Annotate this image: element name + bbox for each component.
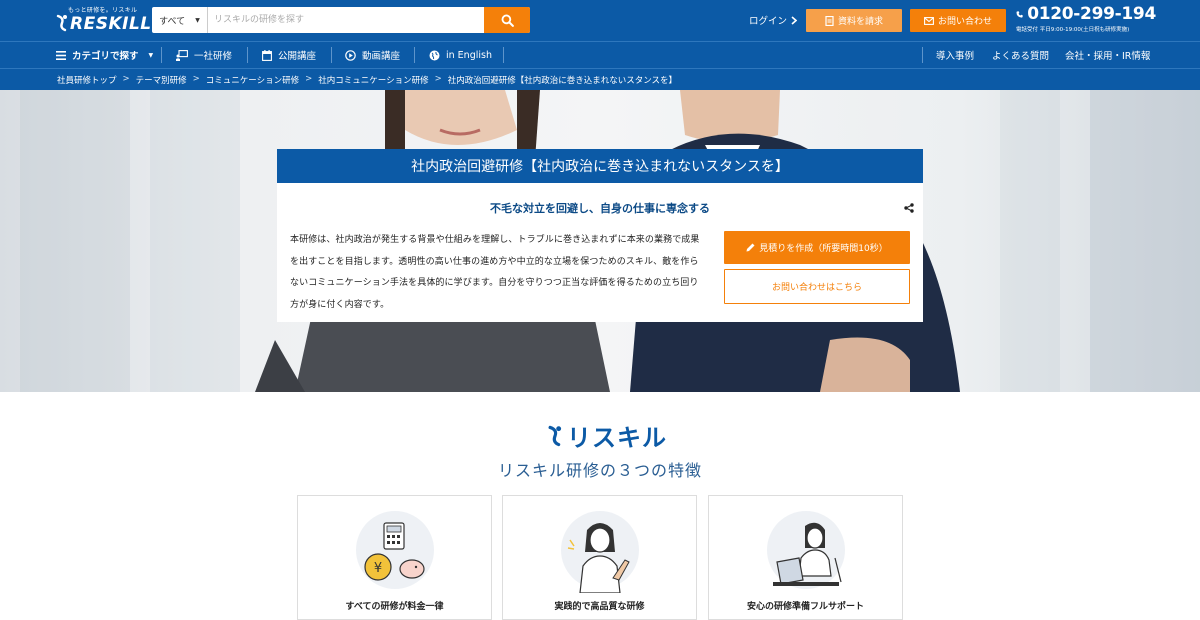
contact-button[interactable]: お問い合わせ [910,9,1006,32]
breadcrumb-separator: > [305,74,313,84]
nav-item-label: よくある質問 [992,51,1050,62]
background-window [150,90,240,392]
breadcrumb-item-internal-communication[interactable]: 社内コミュニケーション研修 [318,74,428,86]
play-circle-icon [345,49,356,61]
inquiry-button[interactable]: お問い合わせはこちら [724,269,910,304]
feature-card: ¥ すべての研修が料金一律 [297,495,492,620]
course-description: 本研修は、社内政治が発生する背景や仕組みを理解し、トラブルに巻き込まれずに本来の… [290,235,700,310]
phone-hours: 電話受付 平日9:00-19:00(土日祝も研修実施) [1016,27,1130,33]
nav-item-label: 導入事例 [936,51,975,62]
request-docs-button[interactable]: 資料を請求 [806,9,902,32]
nav-divider [331,47,332,63]
logo-mark-icon [548,425,562,446]
support-operator-icon [773,522,842,586]
nav-divider [503,47,504,63]
breadcrumb-item-communication[interactable]: コミュニケーション研修 [206,74,299,86]
breadcrumb-separator: > [122,74,130,84]
logo-tagline: もっと研修を。リスキル [68,7,138,14]
search-button[interactable] [484,7,530,33]
category-menu-label: カテゴリで探す [72,51,139,62]
phone-number-text: 0120-299-194 [1027,4,1156,24]
top-header: もっと研修を。リスキル RESKILL すべて ▼ ログイン 資料を請求 お問い… [0,0,1200,41]
main-nav: カテゴリで探す ▼ 一社研修 公開講座 動画講座 in English 導入事例… [0,41,1200,68]
nav-item-label: 一社研修 [194,51,233,62]
breadcrumb: 社員研修トップ > テーマ別研修 > コミュニケーション研修 > 社内コミュニケ… [0,68,1200,90]
inquiry-label: お問い合わせはこちら [771,283,862,293]
breadcrumb-item-home[interactable]: 社員研修トップ [57,74,117,86]
nav-item-video-courses[interactable]: 動画講座 [345,42,400,68]
hamburger-icon [56,50,66,60]
nav-item-public-courses[interactable]: 公開講座 [262,42,316,68]
search-category-select[interactable]: すべて ▼ [152,7,208,33]
create-estimate-button[interactable]: 見積りを作成（所要時間10秒） [724,231,910,264]
pencil-icon [746,243,755,252]
nav-item-company-info[interactable]: 会社・採用・IR情報 [1065,42,1150,68]
calculator-coin-icon: ¥ [364,522,425,581]
nav-item-case-studies[interactable]: 導入事例 [936,42,974,68]
calendar-icon [262,49,272,61]
nav-divider [414,47,415,63]
feature-card: 実践的で高品質な研修 [502,495,697,620]
reskill-logo[interactable]: もっと研修を。リスキル RESKILL [56,5,151,35]
phone-icon [1016,10,1023,18]
create-estimate-label: 見積りを作成（所要時間10秒） [759,244,888,254]
breadcrumb-separator: > [192,74,200,84]
nav-item-english[interactable]: in English [429,42,492,68]
reskill-brand-heading: リスキル [547,418,667,453]
phone-number[interactable]: 0120-299-194 [1016,4,1156,24]
svg-text:¥: ¥ [374,561,382,576]
feature-label: 安心の研修準備フルサポート [746,602,864,612]
nav-item-label: 会社・採用・IR情報 [1065,51,1151,62]
search-input[interactable] [208,7,484,33]
course-title: 社内政治回避研修【社内政治に巻き込まれないスタンスを】 [277,149,923,183]
login-link[interactable]: ログイン [749,13,798,27]
globe-icon [429,50,440,60]
nav-item-faq[interactable]: よくある質問 [992,42,1049,68]
presentation-icon [176,49,188,61]
background-window [1090,90,1200,392]
course-subtitle: 不毛な対立を回避し、自身の仕事に専念する [490,202,710,215]
course-card: 不毛な対立を回避し、自身の仕事に専念する 本研修は、社内政治が発生する背景や仕組… [277,183,923,322]
nav-item-label: in English [446,49,492,61]
share-icon[interactable] [904,203,914,213]
background-window [20,90,130,392]
mail-icon [924,16,934,25]
category-menu[interactable]: カテゴリで探す ▼ [56,42,153,68]
document-icon [825,15,834,26]
login-label: ログイン [749,16,788,27]
nav-divider [161,47,162,63]
chevron-right-icon [791,15,798,25]
feature-label: 実践的で高品質な研修 [554,602,645,612]
logo-wordmark: RESKILL [70,14,152,34]
chevron-down-icon: ▼ [148,51,154,59]
contact-label: お問い合わせ [937,17,992,27]
nav-item-label: 動画講座 [362,51,401,62]
logo-mark-icon [56,14,67,32]
features-heading: リスキル研修の３つの特徴 [497,461,702,480]
breadcrumb-item-current: 社内政治回避研修【社内政治に巻き込まれないスタンスを】 [447,76,678,86]
search-icon [501,14,514,27]
nav-item-company-training[interactable]: 一社研修 [176,42,232,68]
breadcrumb-item-theme[interactable]: テーマ別研修 [136,74,187,86]
nav-divider [922,47,923,63]
instructor-icon [567,523,630,593]
feature-label: すべての研修が料金一律 [345,602,444,612]
search-category-value: すべて [159,16,186,27]
phone-block: 0120-299-194 電話受付 平日9:00-19:00(土日祝も研修実施) [1016,4,1156,33]
feature-card: 安心の研修準備フルサポート [708,495,903,620]
brand-name: リスキル [567,424,667,452]
chevron-down-icon: ▼ [195,16,200,24]
breadcrumb-separator: > [434,74,442,84]
nav-item-label: 公開講座 [278,51,317,62]
nav-divider [247,47,248,63]
search-bar: すべて ▼ [152,7,530,33]
background-window [1000,90,1060,392]
request-docs-label: 資料を請求 [837,17,883,27]
